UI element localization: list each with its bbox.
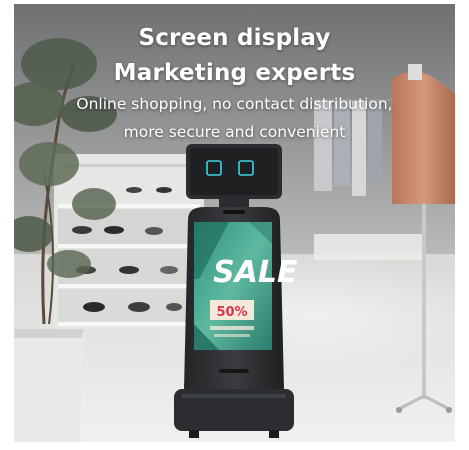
subheadline-line-1: Online shopping, no contact distribution…: [76, 95, 393, 113]
headline-line-2: Marketing experts: [113, 60, 356, 86]
sale-text: SALE: [213, 255, 298, 290]
headline-line-1: Screen display: [138, 25, 331, 51]
discount-text: 50%: [216, 305, 247, 320]
subheadline-line-2: more secure and convenient: [123, 123, 346, 141]
product-photo: SALE 50% Screen display Marketing expert…: [14, 4, 455, 442]
shoe-shelf: [54, 154, 204, 329]
delivery-robot: SALE 50%: [174, 144, 298, 438]
